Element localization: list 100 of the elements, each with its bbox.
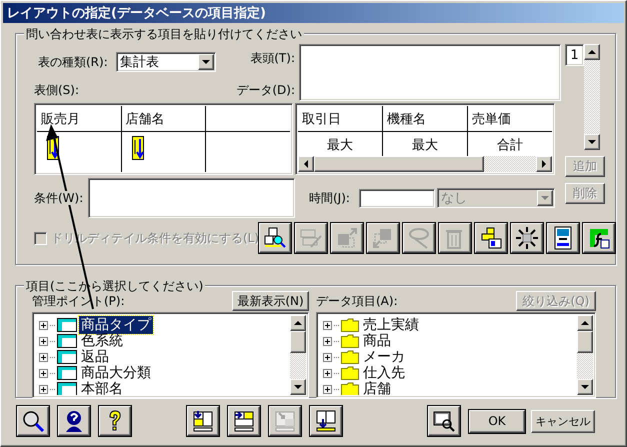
page-number-field[interactable]: 1 (565, 44, 584, 66)
scroll-thumb[interactable] (314, 156, 484, 172)
group-title: 問い合わせ表に表示する項目を貼り付けてください (24, 26, 304, 43)
lasso-icon (407, 226, 432, 250)
folder-icon (341, 366, 359, 380)
tree-item[interactable]: 商品大分類 (79, 364, 153, 382)
scroll-thumb[interactable] (577, 331, 593, 353)
tree-item[interactable]: メーカ (361, 348, 407, 366)
data-item-label: データ項目(A): (316, 292, 398, 310)
tree-item[interactable]: 仕入先 (361, 364, 407, 382)
grid-magnifier-icon (263, 226, 288, 250)
function-icon (587, 226, 612, 250)
expand-icon[interactable] (323, 384, 332, 394)
toolbar-button[interactable] (259, 223, 292, 253)
triangle-down-icon (581, 384, 589, 390)
column-header[interactable]: 店舗名 (122, 106, 206, 132)
horizontal-scrollbar[interactable] (298, 156, 552, 172)
expand-icon[interactable] (39, 320, 48, 330)
toolbar-button[interactable] (58, 406, 90, 436)
tree-item[interactable]: 本部名 (79, 380, 125, 395)
refresh-button[interactable]: 最新表示(N) (232, 291, 309, 311)
triangle-down-icon (588, 139, 596, 145)
folder-icon (341, 382, 359, 395)
folder-icon (341, 334, 359, 348)
cancel-button[interactable]: キャンセル (531, 410, 595, 432)
scroll-left-button[interactable] (298, 156, 314, 172)
expand-icon[interactable] (39, 384, 48, 394)
tree-item[interactable]: 返品 (79, 348, 111, 366)
expand-icon[interactable] (39, 352, 48, 362)
table-icon (57, 366, 77, 380)
triangle-down-icon (202, 59, 210, 65)
vertical-scrollbar[interactable] (290, 315, 306, 395)
grid-insert-icon (273, 409, 297, 433)
triangle-up-icon (588, 49, 596, 55)
column-header[interactable]: 取引日 (298, 106, 382, 132)
scroll-down-button[interactable] (290, 379, 306, 395)
table-type-dropdown[interactable]: 集計表 (116, 52, 216, 72)
scroll-down-button[interactable] (577, 379, 593, 395)
header-label: 表頭(T): (250, 50, 295, 67)
vertical-scrollbar[interactable] (584, 44, 600, 150)
condition-label: 条件(W): (34, 190, 84, 206)
toolbar-button[interactable] (547, 223, 580, 253)
table-type-label: 表の種類(R): (38, 54, 108, 70)
expand-icon[interactable] (39, 368, 48, 378)
scroll-up-button[interactable] (577, 315, 593, 331)
time-field[interactable] (359, 188, 435, 208)
vertical-scrollbar[interactable] (577, 315, 593, 395)
table-cell[interactable]: 最大 (298, 132, 382, 156)
table-icon (57, 334, 77, 348)
column-header[interactable]: 機種名 (383, 106, 467, 132)
toolbar-button[interactable] (99, 406, 131, 436)
table-icon (57, 382, 77, 395)
expand-icon[interactable] (323, 368, 332, 378)
table-icon (57, 350, 77, 364)
triangle-right-icon (541, 160, 547, 168)
table-cell[interactable]: 合計 (468, 132, 552, 156)
toolbar-button[interactable] (475, 223, 508, 253)
table-cell[interactable]: 最大 (383, 132, 467, 156)
scroll-thumb[interactable] (290, 331, 306, 353)
burst-icon (515, 226, 540, 250)
triangle-down-icon (541, 195, 549, 201)
triangle-up-icon (294, 320, 302, 326)
expand-icon[interactable] (39, 336, 48, 346)
ok-button[interactable]: OK (469, 410, 525, 432)
scroll-up-button[interactable] (584, 44, 600, 60)
toolbar-button[interactable] (187, 406, 219, 436)
grid-insert-icon (232, 409, 256, 433)
tree-item[interactable]: 商品タイプ (79, 316, 153, 334)
scroll-right-button[interactable] (536, 156, 552, 172)
time-label: 時間(J): (309, 190, 351, 206)
tree-item[interactable]: 商品 (361, 332, 393, 350)
preview-button[interactable] (428, 406, 460, 436)
triangle-up-icon (581, 320, 589, 326)
condition-field[interactable] (88, 178, 295, 218)
window-title: レイアウトの指定(データベースの項目指定) (3, 3, 624, 23)
toolbar-button[interactable] (17, 406, 49, 436)
side-label: 表側(S): (34, 82, 80, 99)
column-header[interactable]: 売単価 (468, 106, 552, 132)
toolbar-button[interactable] (583, 223, 616, 253)
triangle-left-icon (303, 160, 309, 168)
grid-insert-icon (314, 409, 338, 433)
triangle-down-icon (294, 384, 302, 390)
expand-icon[interactable] (323, 352, 332, 362)
preview-icon (432, 409, 456, 433)
folder-icon (341, 318, 359, 332)
scroll-up-button[interactable] (290, 315, 306, 331)
toolbar-button[interactable] (511, 223, 544, 253)
data-label: データ(D): (236, 82, 295, 99)
header-field[interactable] (299, 44, 561, 101)
expand-icon[interactable] (323, 336, 332, 346)
table-icon (57, 318, 77, 332)
tree-item[interactable]: 色系統 (79, 332, 125, 350)
squares-arrow-icon (335, 226, 360, 250)
toolbar-button[interactable] (228, 406, 260, 436)
toolbar-button[interactable] (310, 406, 342, 436)
scroll-down-button[interactable] (584, 134, 600, 150)
expand-icon[interactable] (323, 320, 332, 330)
tree-item[interactable]: 売上実績 (361, 316, 421, 334)
tree-item[interactable]: 店舗 (361, 380, 393, 395)
grid-insert-icon (191, 409, 215, 433)
